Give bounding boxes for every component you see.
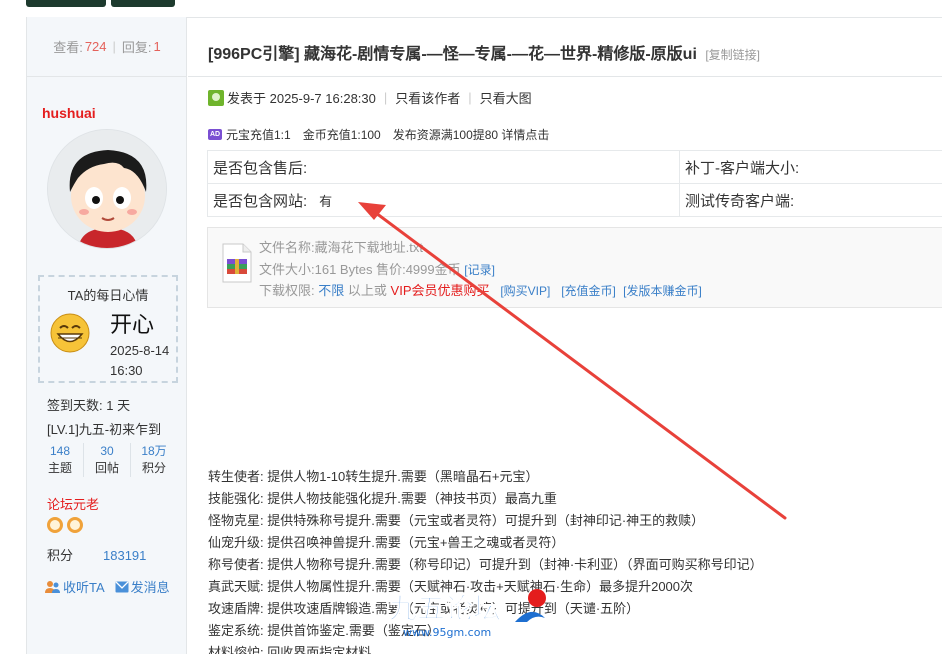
divider: | [383, 90, 388, 105]
table-cell: 是否包含网站: 有 [207, 183, 680, 217]
table-row: 是否包含售后: 补丁-客户端大小: [207, 150, 942, 184]
table-cell: 测试传奇客户端: [679, 183, 942, 217]
author-username[interactable]: hushuai [42, 105, 96, 121]
medals [47, 517, 83, 533]
medal-icon [67, 517, 83, 533]
avatar[interactable] [47, 129, 167, 249]
cell-label: 是否包含售后: [213, 159, 308, 177]
mood-text: 开心 [110, 312, 155, 337]
replies-label: 回复: [121, 40, 152, 55]
ad-icon: AD [208, 129, 222, 140]
stat-num: 18万 [141, 444, 167, 458]
ad-banner[interactable]: AD 元宝充值1:1 金币充值1:100 发布资源满100提80 详情点击 [208, 126, 549, 143]
user-level[interactable]: [LV.1]九五-初来乍到 [47, 419, 161, 438]
ad-text: 发布资源满100提80 详情点击 [392, 128, 550, 142]
ad-text: 金币充值1:100 [302, 128, 381, 142]
description-line: 怪物克星: 提供特殊称号提升.需要（元宝或者灵符）可提升到（封神印记·神王的救赎… [208, 513, 705, 528]
filename-label: 文件名称: [259, 240, 315, 255]
perm-unlimited: 不限 [318, 283, 345, 298]
thread-title-text: [996PC引擎] 藏海花-剧情专属-—怪—专属-—花—世界-精修版-原版ui [208, 46, 697, 63]
views-label: 查看: [53, 40, 83, 55]
avatar-image [48, 130, 166, 248]
stat-num: 148 [49, 444, 71, 458]
divider: | [112, 39, 116, 54]
stat-label: 主题 [47, 461, 72, 475]
follow-link[interactable]: 收听TA [45, 577, 105, 596]
online-status-icon [208, 89, 224, 106]
stat-topics[interactable]: 148 主题 [37, 443, 84, 477]
users-icon [45, 580, 60, 593]
earn-link[interactable]: [发版本赚金币] [623, 284, 702, 298]
user-stats: 148 主题 30 回帖 18万 积分 [37, 443, 177, 477]
description-line: 转生使者: 提供人物1-10转生提升.需要（黑暗晶石+元宝） [208, 469, 539, 484]
table-cell: 是否包含售后: [207, 150, 680, 184]
file-size: 161 Bytes [314, 262, 373, 277]
posted-at: 发表于 2025-9-7 16:28:30 [227, 91, 376, 106]
envelope-icon [115, 581, 129, 592]
thread-title: [996PC引擎] 藏海花-剧情专属-—怪—专属-—花—世界-精修版-原版ui … [208, 40, 760, 64]
price-label: 售价: [376, 262, 406, 277]
message-label: 发消息 [130, 580, 170, 595]
follow-label: 收听TA [63, 580, 105, 595]
top-nav-button[interactable] [26, 0, 106, 7]
perm-or: 以上或 [347, 283, 387, 298]
stat-label: 回帖 [94, 461, 119, 475]
views-count: 724 [84, 39, 107, 54]
daily-mood: TA的每日心情 开心 2025-8-14 16:30 [38, 275, 178, 383]
author-only-link[interactable]: 只看该作者 [395, 88, 460, 107]
recharge-link[interactable]: [充值金币] [561, 284, 616, 298]
points-value: 183191 [103, 548, 147, 563]
thread-stats: 查看: 724 | 回复: 1 [27, 17, 187, 77]
watermark-url: www.95gm.com [403, 626, 491, 639]
stat-points[interactable]: 18万 积分 [131, 443, 177, 477]
copy-link-button[interactable]: [复制链接] [705, 48, 760, 62]
cell-value: 有 [319, 193, 333, 209]
archive-file-icon [222, 243, 252, 283]
points-label: 积分 [47, 548, 74, 563]
cell-label: 是否包含网站: [213, 192, 308, 210]
page: 查看: 724 | 回复: 1 hushuai TA的每日心情 开心 2025-… [0, 0, 942, 654]
sidebar-actions: 收听TA 发消息 [45, 577, 170, 596]
stat-label: 积分 [141, 461, 166, 475]
info-table: 是否包含售后: 补丁-客户端大小: 是否包含网站: 有 测试传奇客户端: [207, 150, 942, 217]
description-line: 技能强化: 提供人物技能强化提升.需要（神技书页）最高九重 [208, 491, 557, 506]
post-meta: 发表于 2025-9-7 16:28:30 | 只看该作者 | 只看大图 [208, 88, 532, 107]
sign-days: 签到天数: 1 天 [47, 398, 131, 413]
price: 4999金币 [405, 262, 461, 277]
attachment-filename: 文件名称:藏海花下载地址.txt [259, 237, 423, 256]
vip-buy-link[interactable]: VIP会员优惠购买 [391, 283, 490, 298]
mood-date: 2025-8-14 16:30 [110, 343, 170, 378]
stat-num: 30 [100, 444, 114, 458]
buy-vip-link[interactable]: [购买VIP] [500, 284, 550, 298]
medal-icon [47, 517, 63, 533]
perm-label: 下载权限: [259, 283, 315, 298]
author-sidebar: 查看: 724 | 回复: 1 hushuai TA的每日心情 开心 2025-… [26, 17, 187, 654]
description-line: 称号使者: 提供人物称号提升.需要（称号印记）可提升到（封神·卡利亚）（界面可购… [208, 557, 763, 572]
ad-text: 元宝充值1:1 [226, 128, 291, 142]
top-nav-button[interactable] [111, 0, 175, 7]
big-image-link[interactable]: 只看大图 [480, 88, 532, 107]
forum-watermark-logo: 九五论坛 www.95gm.com [389, 589, 546, 639]
record-link[interactable]: [记录] [464, 263, 495, 277]
attachment-size: 文件大小:161 Bytes 售价:4999金币 [记录] [259, 259, 495, 278]
table-row: 是否包含网站: 有 测试传奇客户端: [207, 183, 942, 217]
message-link[interactable]: 发消息 [115, 577, 170, 596]
divider: | [468, 90, 472, 105]
attachment-box: 文件名称:藏海花下载地址.txt 文件大小:161 Bytes 售价:4999金… [207, 227, 942, 308]
description-line: 仙宠升级: 提供召唤神兽提升.需要（元宝+兽王之魂或者灵符） [208, 535, 565, 550]
happy-face-icon [50, 313, 90, 353]
filename[interactable]: 藏海花下载地址.txt [315, 240, 423, 255]
stat-replies[interactable]: 30 回帖 [84, 443, 131, 477]
user-rank: 论坛元老 [47, 497, 100, 512]
watermark-logo-text: 九五论坛 [389, 592, 501, 625]
thread-header: [996PC引擎] 藏海花-剧情专属-—怪—专属-—花—世界-精修版-原版ui … [188, 17, 942, 77]
attachment-permission: 下载权限: 不限 以上或 VIP会员优惠购买 [购买VIP] [充值金币] [发… [259, 280, 702, 299]
mood-title: TA的每日心情 [67, 288, 149, 303]
points-row: 积分 183191 [47, 545, 146, 564]
replies-count: 1 [153, 39, 161, 54]
size-label: 文件大小: [259, 262, 315, 277]
table-cell: 补丁-客户端大小: [679, 150, 942, 184]
